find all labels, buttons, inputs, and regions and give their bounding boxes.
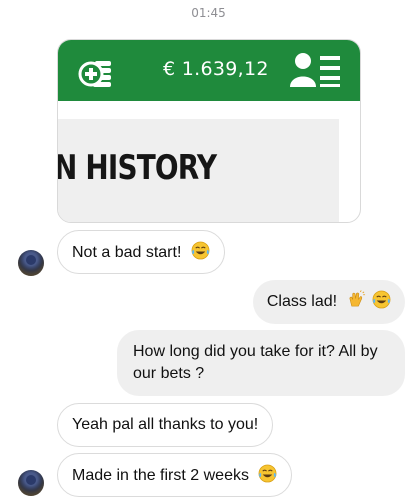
message-outgoing[interactable]: How long did you take for it? All by our…: [117, 330, 405, 396]
history-heading: N HISTORY: [57, 148, 217, 188]
timestamp: 01:45: [191, 6, 226, 20]
message-text: How long did you take for it? All by our…: [133, 343, 378, 382]
message-text: Class lad!: [266, 293, 338, 310]
message-text: Not a bad start!: [72, 244, 182, 261]
account-balance: € 1.639,12: [163, 58, 269, 80]
coins-plus-icon: [78, 61, 111, 87]
tears-of-joy-emoji-icon: [372, 290, 391, 309]
message-text: Made in the first 2 weeks: [72, 467, 249, 484]
shared-screenshot[interactable]: € 1.639,12 N HISTORY: [57, 39, 361, 223]
message-text: Yeah pal all thanks to you!: [72, 416, 259, 433]
tears-of-joy-emoji-icon: [191, 241, 210, 260]
message-incoming[interactable]: Made in the first 2 weeks: [57, 453, 293, 497]
message-incoming[interactable]: Yeah pal all thanks to you!: [57, 403, 274, 447]
avatar[interactable]: [18, 250, 44, 276]
avatar[interactable]: [18, 470, 44, 496]
profile-list-icon: [290, 53, 340, 87]
balance-header-bar: € 1.639,12: [58, 40, 360, 101]
message-incoming[interactable]: Not a bad start!: [57, 230, 225, 274]
clapping-hands-emoji-icon: [349, 290, 365, 307]
tears-of-joy-emoji-icon: [258, 464, 277, 483]
message-outgoing[interactable]: Class lad!: [252, 280, 405, 324]
